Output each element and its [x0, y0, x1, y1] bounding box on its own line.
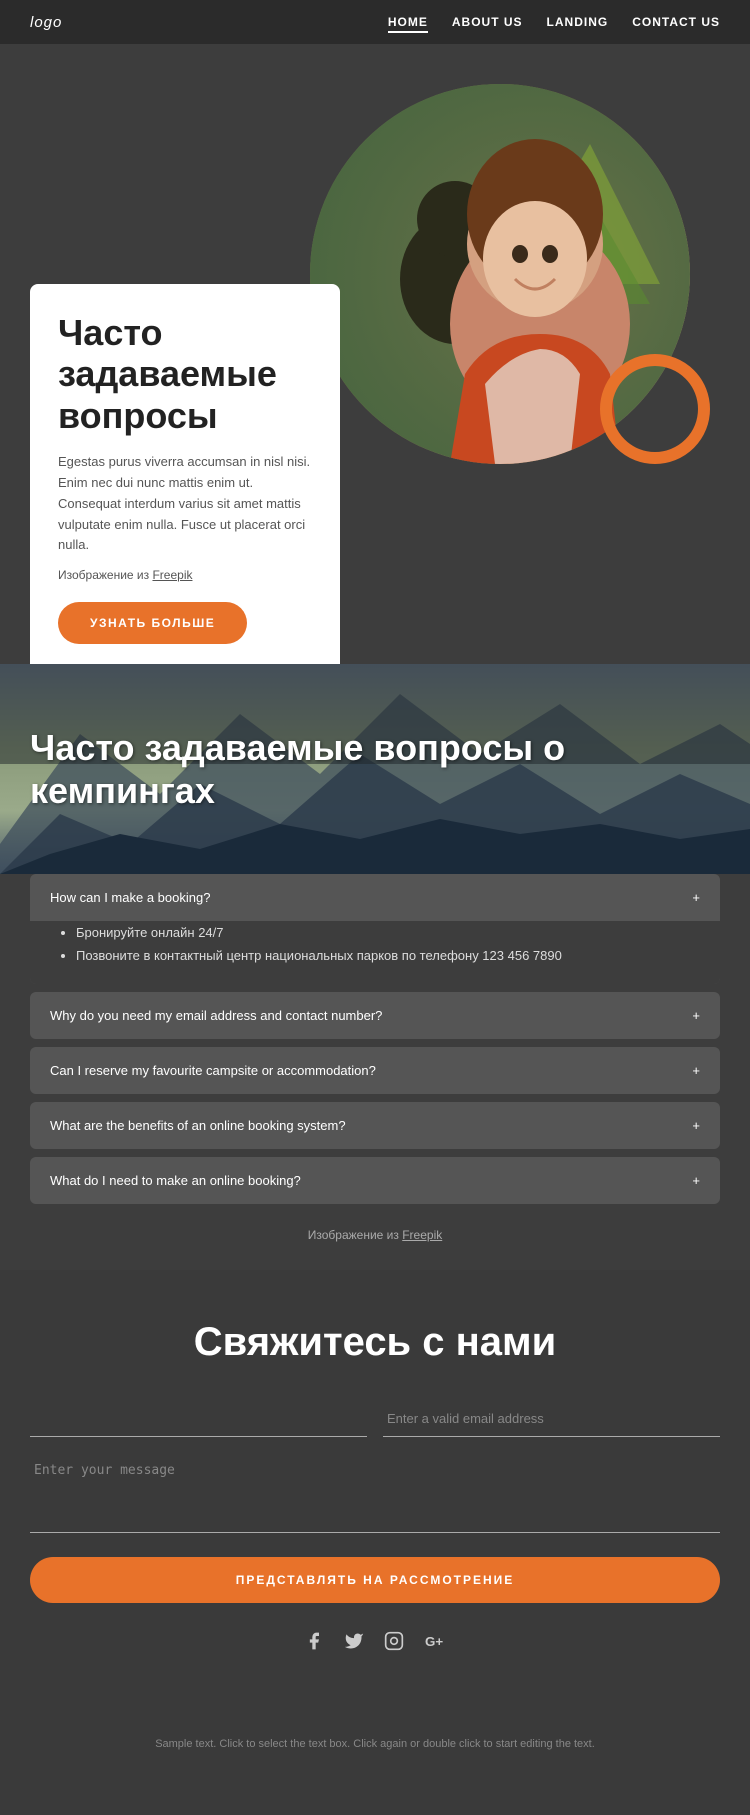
footer-text: Sample text. Click to select the text bo… — [60, 1736, 690, 1754]
hero-card: Часто задаваемые вопросы Egestas purus v… — [30, 284, 340, 664]
hero-title: Часто задаваемые вопросы — [58, 312, 312, 436]
faq-answer-item-1-1: Бронируйте онлайн 24/7 — [76, 921, 700, 944]
faq-plus-icon-2: + — [692, 1009, 700, 1022]
faq-item-1-header[interactable]: How can I make a booking? + — [30, 874, 720, 921]
submit-button[interactable]: ПРЕДСТАВЛЯТЬ НА РАССМОТРЕНИЕ — [30, 1557, 720, 1603]
nav-links: HOME ABOUT US LANDING CONTACT US — [388, 13, 720, 31]
faq-question-4: What are the benefits of an online booki… — [50, 1118, 346, 1133]
facebook-icon[interactable] — [304, 1631, 324, 1656]
faq-plus-icon-1: + — [692, 891, 700, 904]
hero-section: Часто задаваемые вопросы Egestas purus v… — [0, 44, 750, 664]
hero-cta-button[interactable]: УЗНАТЬ БОЛЬШЕ — [58, 602, 247, 644]
faq-item-1: How can I make a booking? + Бронируйте о… — [30, 874, 720, 984]
hero-body: Egestas purus viverra accumsan in nisl n… — [58, 452, 312, 556]
faq-plus-icon-4: + — [692, 1119, 700, 1132]
faq-item-2: Why do you need my email address and con… — [30, 992, 720, 1039]
twitter-icon[interactable] — [344, 1631, 364, 1656]
nav-home[interactable]: HOME — [388, 15, 428, 33]
message-textarea[interactable] — [30, 1453, 720, 1533]
faq-item-3-header[interactable]: Can I reserve my favourite campsite or a… — [30, 1047, 720, 1094]
orange-decorative-circle — [600, 354, 710, 464]
nav-about[interactable]: ABOUT US — [452, 15, 523, 29]
hero-source: Изображение из Freepik — [58, 568, 312, 582]
faq-answer-1: Бронируйте онлайн 24/7 Позвоните в конта… — [30, 921, 720, 984]
faq-item-5-header[interactable]: What do I need to make an online booking… — [30, 1157, 720, 1204]
contact-section: Свяжитесь с нами ПРЕДСТАВЛЯТЬ НА РАССМОТ… — [0, 1270, 750, 1716]
svg-text:G+: G+ — [425, 1634, 443, 1649]
faq-section: How can I make a booking? + Бронируйте о… — [0, 874, 750, 1270]
faq-plus-icon-5: + — [692, 1174, 700, 1187]
faq-plus-icon-3: + — [692, 1064, 700, 1077]
email-input[interactable] — [383, 1401, 720, 1437]
instagram-icon[interactable] — [384, 1631, 404, 1656]
faq-banner-title: Часто задаваемые вопросы о кемпингах — [0, 726, 750, 812]
faq-source-link[interactable]: Freepik — [402, 1228, 442, 1242]
googleplus-icon[interactable]: G+ — [424, 1631, 446, 1656]
name-input[interactable] — [30, 1401, 367, 1437]
navbar: logo HOME ABOUT US LANDING CONTACT US — [0, 0, 750, 44]
form-row-1 — [30, 1401, 720, 1453]
nav-contact[interactable]: CONTACT US — [632, 15, 720, 29]
faq-answer-item-1-2: Позвоните в контактный центр национальны… — [76, 944, 700, 967]
social-icons: G+ — [30, 1631, 720, 1656]
faq-item-2-header[interactable]: Why do you need my email address and con… — [30, 992, 720, 1039]
faq-item-3: Can I reserve my favourite campsite or a… — [30, 1047, 720, 1094]
footer: Sample text. Click to select the text bo… — [0, 1716, 750, 1784]
nav-landing[interactable]: LANDING — [547, 15, 609, 29]
faq-question-2: Why do you need my email address and con… — [50, 1008, 382, 1023]
faq-question-3: Can I reserve my favourite campsite or a… — [50, 1063, 376, 1078]
faq-source: Изображение из Freepik — [30, 1212, 720, 1250]
contact-title: Свяжитесь с нами — [30, 1320, 720, 1365]
logo: logo — [30, 14, 62, 31]
faq-banner: Часто задаваемые вопросы о кемпингах — [0, 664, 750, 874]
faq-question-1: How can I make a booking? — [50, 890, 210, 905]
faq-question-5: What do I need to make an online booking… — [50, 1173, 301, 1188]
hero-source-link[interactable]: Freepik — [152, 568, 192, 582]
faq-item-5: What do I need to make an online booking… — [30, 1157, 720, 1204]
faq-item-4-header[interactable]: What are the benefits of an online booki… — [30, 1102, 720, 1149]
faq-item-4: What are the benefits of an online booki… — [30, 1102, 720, 1149]
form-wrapper: ПРЕДСТАВЛЯТЬ НА РАССМОТРЕНИЕ — [30, 1401, 720, 1631]
